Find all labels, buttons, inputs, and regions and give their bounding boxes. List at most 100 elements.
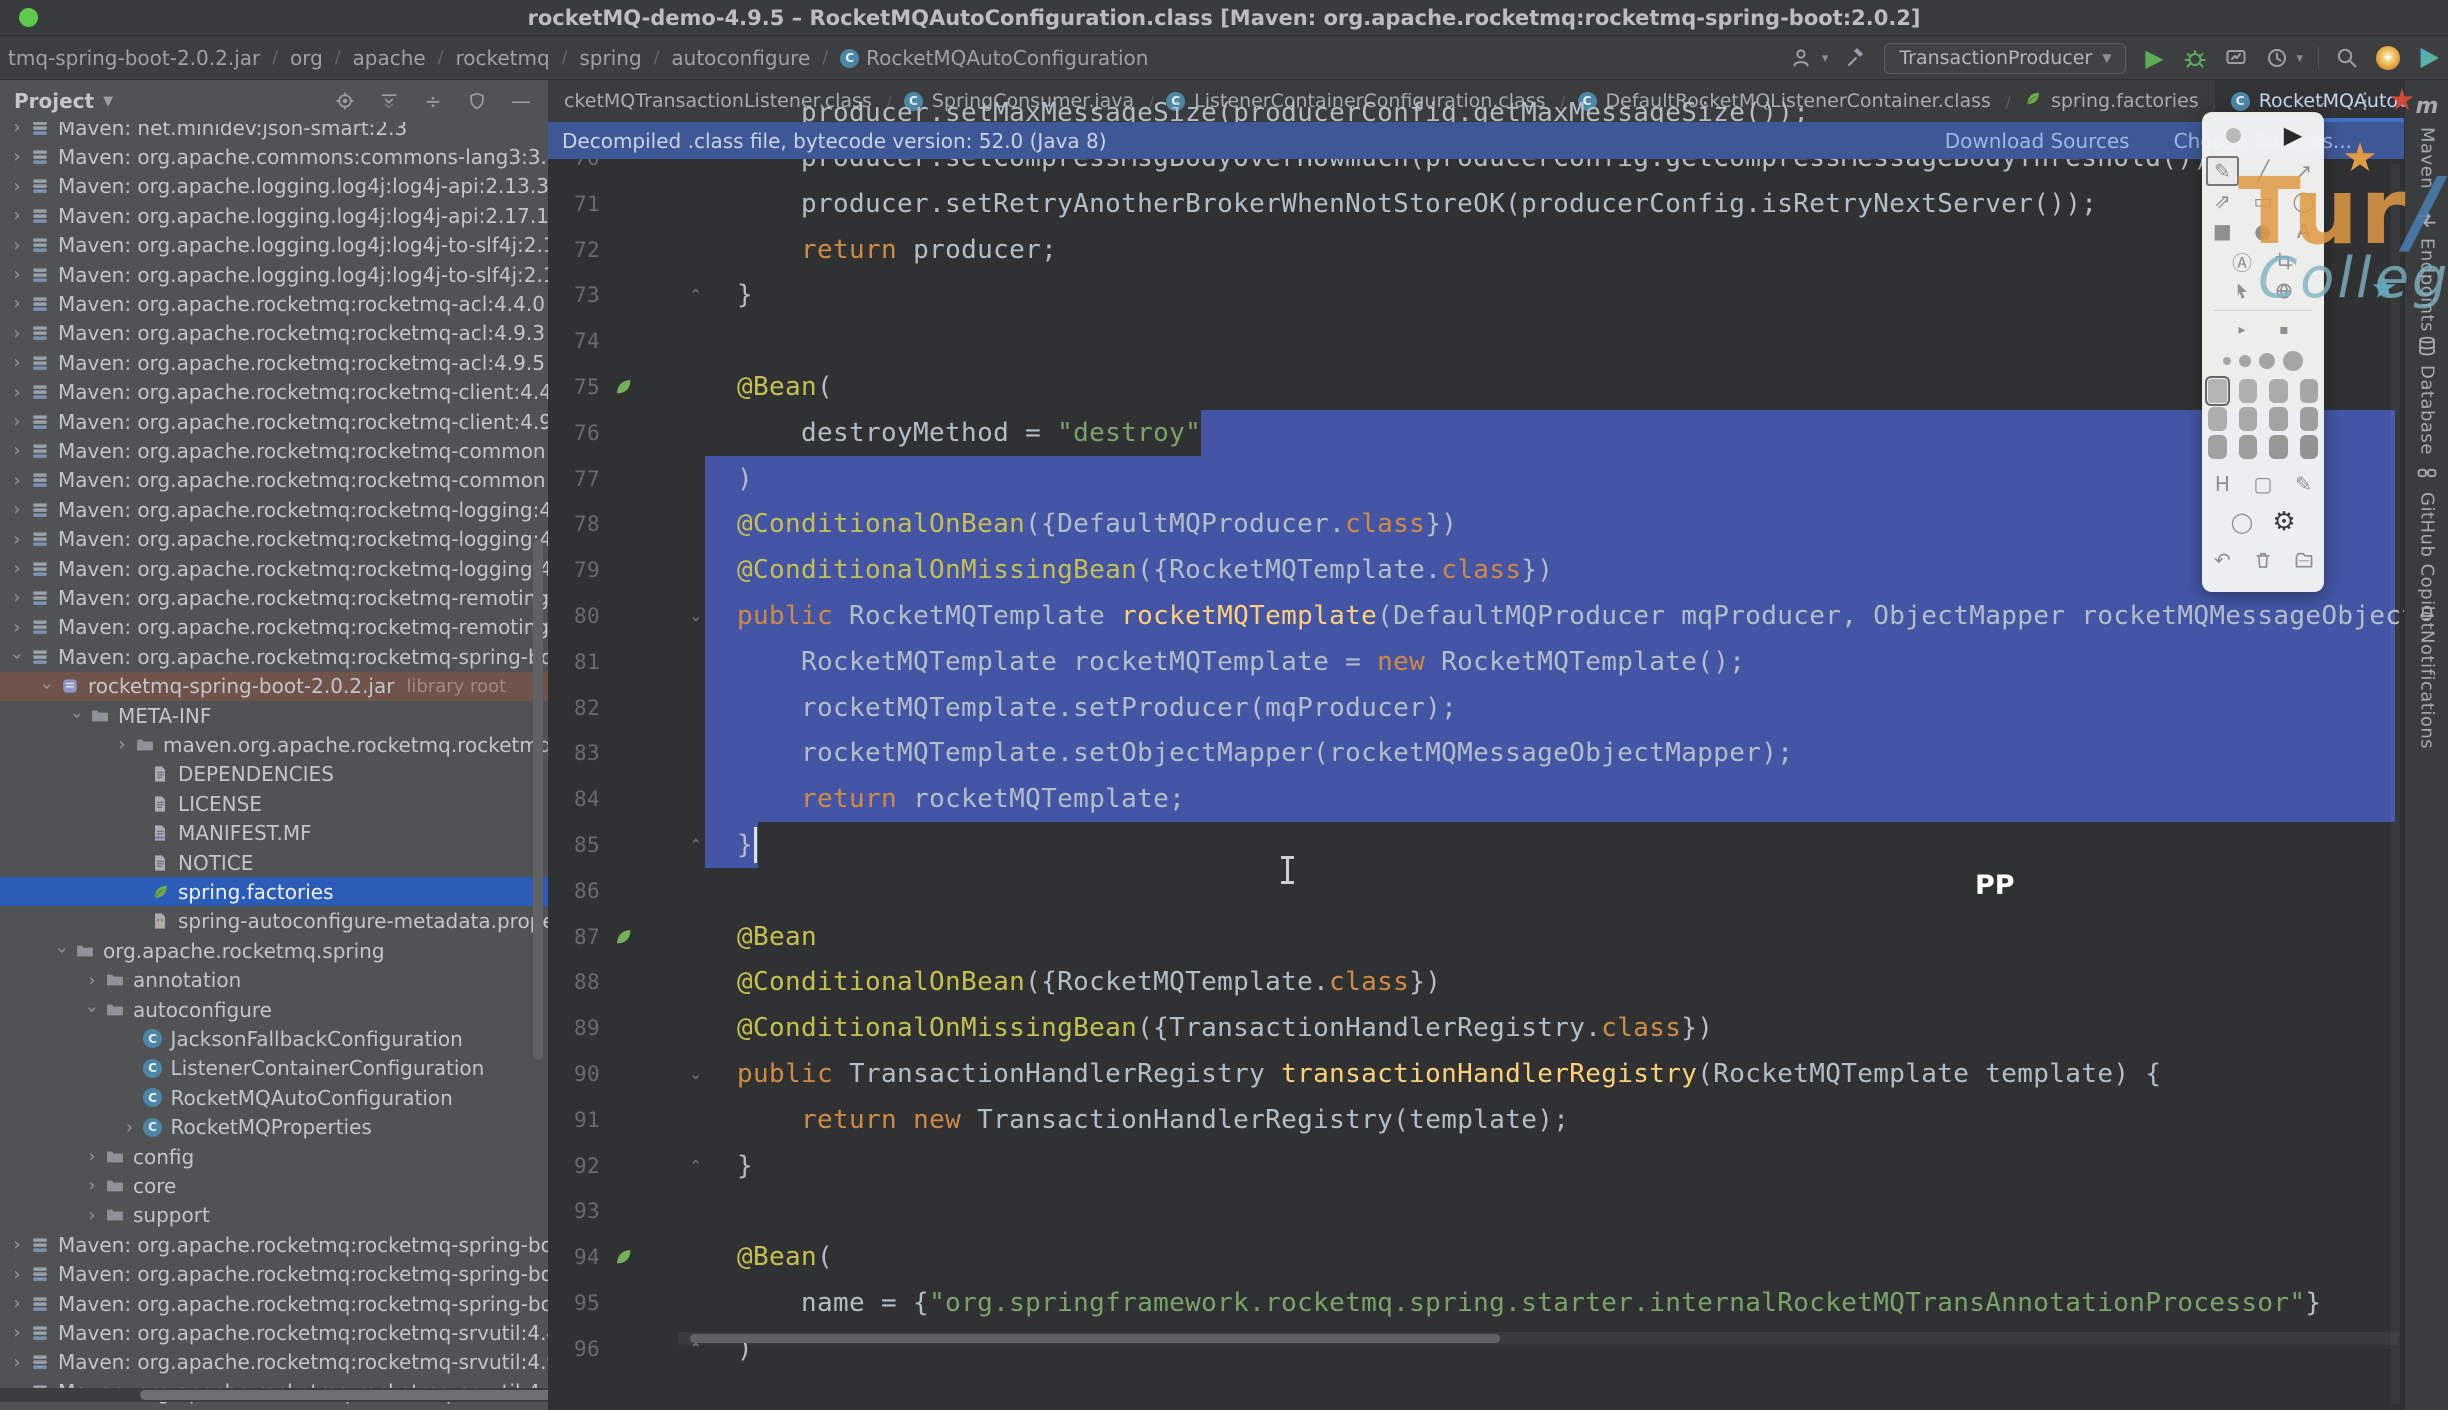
brush-size-dot[interactable] (2283, 351, 2303, 371)
chevron-collapsed-icon[interactable]: › (8, 1234, 26, 1255)
tree-item-maven-org-apache-rocketmq-rocketmq-loggi[interactable]: ›Maven: org.apache.rocketmq:rocketmq-log… (0, 525, 548, 554)
tree-item-maven-org-apache-rocketmq-rocketmq-acl-4[interactable]: ›Maven: org.apache.rocketmq:rocketmq-acl… (0, 319, 548, 348)
tree-item-maven-org-apache-logging-log4j-log4j-api[interactable]: ›Maven: org.apache.logging.log4j:log4j-a… (0, 201, 548, 230)
services-icon[interactable] (2416, 45, 2442, 71)
color-swatch[interactable] (2300, 379, 2319, 403)
tree-item-maven-org-apache-rocketmq-rocketmq-remot[interactable]: ›Maven: org.apache.rocketmq:rocketmq-rem… (0, 613, 548, 642)
chevron-collapsed-icon[interactable]: › (8, 382, 26, 403)
shield-icon[interactable] (466, 90, 488, 112)
chevron-collapsed-icon[interactable]: › (113, 734, 131, 755)
undo-icon[interactable]: ↶ (2206, 545, 2239, 575)
tree-item-rocketmq-spring-boot-2-0-2-jar[interactable]: ›rocketmq-spring-boot-2.0.2.jarlibrary r… (0, 672, 548, 701)
tree-item-org-apache-rocketmq-spring[interactable]: ›org.apache.rocketmq.spring (0, 936, 548, 965)
tree-item-config[interactable]: ›config (0, 1142, 548, 1171)
spring-bean-gutter-icon[interactable] (612, 1234, 638, 1280)
color-swatch[interactable] (2269, 379, 2288, 403)
tree-item-rocketmqproperties[interactable]: ›CRocketMQProperties (0, 1113, 548, 1142)
pen-box-icon[interactable]: ✎ (2287, 469, 2320, 499)
tree-vertical-scrollbar[interactable] (533, 540, 543, 1060)
tree-item-maven-org-apache-rocketmq-rocketmq-remot[interactable]: ›Maven: org.apache.rocketmq:rocketmq-rem… (0, 583, 548, 612)
tree-item-core[interactable]: ›core (0, 1171, 548, 1200)
collapse-all-icon[interactable] (378, 90, 400, 112)
tree-item-maven-org-apache-logging-log4j-log4j-api[interactable]: ›Maven: org.apache.logging.log4j:log4j-a… (0, 172, 548, 201)
tree-item-maven-org-apache-rocketmq-rocketmq-sprin[interactable]: ›Maven: org.apache.rocketmq:rocketmq-spr… (0, 1260, 548, 1289)
breadcrumb-item[interactable]: spring (573, 46, 647, 70)
color-swatch[interactable] (2208, 379, 2227, 403)
highlight-icon[interactable]: H (2206, 469, 2239, 499)
chevron-collapsed-icon[interactable]: › (8, 617, 26, 638)
spring-bean-gutter-icon[interactable] (612, 364, 638, 410)
color-swatch[interactable] (2208, 435, 2227, 459)
tree-item-manifest-mf[interactable]: MANIFEST.MF (0, 819, 548, 848)
tree-horizontal-scrollbar[interactable] (0, 1388, 548, 1402)
chevron-expanded-icon[interactable]: › (7, 648, 28, 666)
rounded-rect-icon[interactable]: ▢ (2247, 469, 2280, 499)
run-icon[interactable]: ▶ (2141, 45, 2167, 71)
tree-item-dependencies[interactable]: DEPENDENCIES (0, 760, 548, 789)
project-title[interactable]: Project▼ (14, 89, 113, 113)
history-clock-icon[interactable] (2264, 45, 2290, 71)
tree-item-spring-autoconfigure-metadata-properties[interactable]: spring-autoconfigure-metadata.properties (0, 907, 548, 936)
breadcrumb-item[interactable]: autoconfigure (665, 46, 816, 70)
tool-window-button-notifications[interactable]: Notifications (2405, 600, 2448, 749)
tree-item-meta-inf[interactable]: ›META-INF (0, 701, 548, 730)
chevron-collapsed-icon[interactable]: › (8, 264, 26, 285)
color-swatch[interactable] (2208, 407, 2227, 431)
build-hammer-icon[interactable] (1843, 45, 1869, 71)
tree-item-maven-org-apache-rocketmq-rocketmq-loggi[interactable]: ›Maven: org.apache.rocketmq:rocketmq-log… (0, 554, 548, 583)
pin-icon[interactable]: ⇗ (2206, 186, 2239, 216)
tree-item-annotation[interactable]: ›annotation (0, 966, 548, 995)
tree-item-maven-org-apache-rocketmq-rocketmq-sprin[interactable]: ›Maven: org.apache.rocketmq:rocketmq-spr… (0, 1230, 548, 1259)
chevron-collapsed-icon[interactable]: › (8, 558, 26, 579)
chevron-collapsed-icon[interactable]: › (83, 1146, 101, 1167)
tree-item-maven-org-apache-commons-commons-lang3-3[interactable]: ›Maven: org.apache.commons:commons-lang3… (0, 142, 548, 171)
user-icon[interactable] (1790, 45, 1816, 71)
tree-item-maven-org-apache-rocketmq-rocketmq-srvut[interactable]: ›Maven: org.apache.rocketmq:rocketmq-srv… (0, 1348, 548, 1377)
chevron-collapsed-icon[interactable]: › (8, 1293, 26, 1314)
chevron-collapsed-icon[interactable]: › (8, 587, 26, 608)
chevron-collapsed-icon[interactable]: › (83, 1175, 101, 1196)
tree-item-maven-org-apache-rocketmq-rocketmq-[interactable]: ›Maven: org.apache.rocketmq:rocketmq- (0, 1407, 548, 1410)
tree-item-jacksonfallbackconfiguration[interactable]: CJacksonFallbackConfiguration (0, 1024, 548, 1053)
chevron-collapsed-icon[interactable]: › (8, 205, 26, 226)
tree-item-rocketmqautoconfiguration[interactable]: CRocketMQAutoConfiguration (0, 1083, 548, 1112)
code-editor[interactable]: producer.setMaxMessageSize(producerConfi… (548, 80, 2404, 1410)
tree-item-maven-org-apache-rocketmq-rocketmq-sprin[interactable]: ›Maven: org.apache.rocketmq:rocketmq-spr… (0, 642, 548, 671)
color-swatch[interactable] (2300, 435, 2319, 459)
chevron-collapsed-icon[interactable]: › (8, 1322, 26, 1343)
brush-size-dot[interactable] (2239, 355, 2251, 367)
chevron-collapsed-icon[interactable]: › (83, 1205, 101, 1226)
tree-item-maven-org-apache-rocketmq-rocketmq-clien[interactable]: ›Maven: org.apache.rocketmq:rocketmq-cli… (0, 378, 548, 407)
chevron-collapsed-icon[interactable]: › (8, 352, 26, 373)
chevron-collapsed-icon[interactable]: › (8, 235, 26, 256)
breadcrumb-item[interactable]: tmq-spring-boot-2.0.2.jar (2, 46, 266, 70)
locate-icon[interactable] (334, 90, 356, 112)
badge-icon[interactable]: ✦ (2375, 45, 2401, 71)
brush-size-dot[interactable] (2259, 353, 2275, 369)
hide-icon[interactable]: — (510, 90, 532, 112)
search-icon[interactable] (2334, 45, 2360, 71)
color-swatch[interactable] (2300, 407, 2319, 431)
chevron-expanded-icon[interactable]: › (82, 1001, 103, 1019)
debug-icon[interactable] (2182, 45, 2208, 71)
cursor-icon[interactable] (2225, 276, 2259, 306)
tree-item-maven-org-apache-rocketmq-rocketmq-sprin[interactable]: ›Maven: org.apache.rocketmq:rocketmq-spr… (0, 1289, 548, 1318)
chevron-expanded-icon[interactable]: › (52, 942, 73, 960)
tree-item-license[interactable]: LICENSE (0, 789, 548, 818)
chevron-collapsed-icon[interactable]: › (8, 499, 26, 520)
dot-icon[interactable] (2216, 120, 2250, 150)
chevron-collapsed-icon[interactable]: › (8, 470, 26, 491)
breadcrumb-class-item[interactable]: CRocketMQAutoConfiguration (834, 46, 1154, 70)
download-sourceslink[interactable]: Download Sources (1945, 129, 2130, 153)
filled-rectangle-icon[interactable]: ■ (2206, 216, 2239, 246)
color-swatch[interactable] (2239, 407, 2258, 431)
tree-item-maven-org-apache-rocketmq-rocketmq-acl-4[interactable]: ›Maven: org.apache.rocketmq:rocketmq-acl… (0, 289, 548, 318)
tool-window-button-database[interactable]: Database (2405, 335, 2448, 455)
chevron-collapsed-icon[interactable]: › (8, 176, 26, 197)
tree-item-spring-factories[interactable]: spring.factories (0, 877, 548, 906)
color-swatch[interactable] (2269, 435, 2288, 459)
chevron-collapsed-icon[interactable]: › (8, 146, 26, 167)
chevron-collapsed-icon[interactable]: › (8, 529, 26, 550)
color-swatch[interactable] (2269, 407, 2288, 431)
chevron-collapsed-icon[interactable]: › (8, 440, 26, 461)
